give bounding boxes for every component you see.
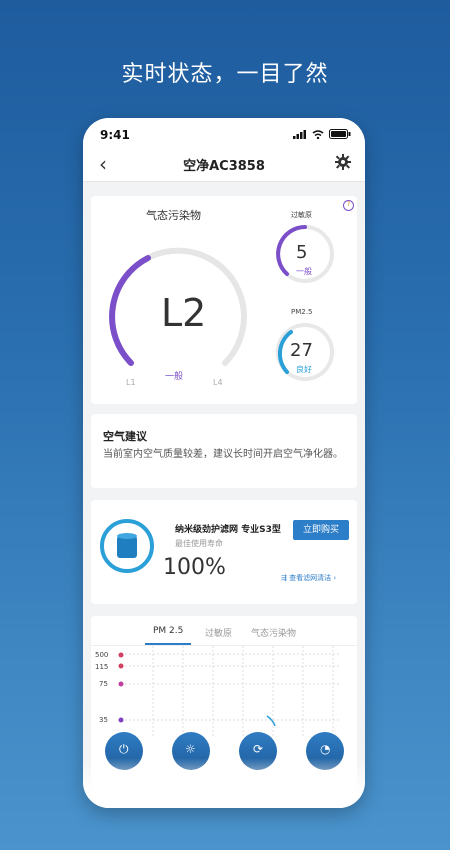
gauge-max-label: L4 [213,378,223,387]
status-icons [293,129,351,139]
pollution-status: 一般 [165,372,184,382]
pm25-trend-line [266,715,276,727]
info-badge-icon[interactable]: ? [343,200,354,211]
gauge-min-label: L1 [126,378,136,387]
advice-card: 空气建议 当前室内空气质量较差，建议长时间开启空气净化器。 [91,414,357,488]
advice-title: 空气建议 [103,430,147,443]
pollution-level: L2 [161,291,207,335]
timer-icon: ◔ [320,742,331,756]
clean-filter-label: 查看滤网清洁 [289,574,332,582]
level-marker-75 [118,681,124,687]
gear-icon[interactable] [335,154,351,174]
chevron-right-icon: › [331,574,337,582]
level-marker-35 [118,717,124,723]
pm25-label: PM2.5 [291,308,313,316]
pm25-status: 良好 [296,365,312,374]
level-marker-115 [118,663,124,669]
allergen-value: 5 [296,242,308,263]
filter-name: 纳米级劲护滤网 专业S3型 [175,525,281,535]
advice-text: 当前室内空气质量较差，建议长时间开启空气净化器。 [103,449,343,460]
bottom-fade-overlay [83,758,365,808]
tab-pm25[interactable]: PM 2.5 [153,626,183,636]
signal-icon [293,129,306,139]
nav-bar: ‹ 空净AC3858 [83,146,365,182]
pm25-value: 27 [290,340,313,361]
filter-card: 纳米级劲护滤网 专业S3型 最佳使用寿命 100% 立即购买 ⇶ 查看滤网清洁 … [91,500,357,604]
buy-now-button[interactable]: 立即购买 [293,520,349,540]
history-chart-grid [118,646,341,736]
mode-icon: ⟳ [253,742,264,756]
promo-headline: 实时状态，一目了然 [121,62,329,87]
status-time: 9:41 [100,128,130,142]
filter-icon [100,519,154,573]
active-tab-indicator [145,643,191,645]
filter-life: 100% [163,555,226,580]
clean-filter-link[interactable]: ⇶ 查看滤网清洁 › [281,573,336,583]
allergen-label: 过敏原 [291,211,312,219]
pollution-title: 气态污染物 [146,209,201,222]
filter-subtitle: 最佳使用寿命 [175,539,223,548]
tab-allergen[interactable]: 过敏原 [205,626,232,639]
allergen-status: 一般 [296,267,312,276]
filter-clean-icon: ⇶ [281,574,290,582]
history-tabs: PM 2.5 过敏原 气态污染物 [91,616,357,646]
wifi-icon [312,129,324,139]
air-quality-card: 气态污染物 L2 一般 L1 L4 过敏原 ? 5 一般 PM2.5 27 良好 [91,196,357,404]
page-title: 空净AC3858 [183,159,265,174]
phone-frame: 9:41 ‹ 空净AC3858 气态污染物 L2 一般 L1 L4 过敏原 ? … [83,118,365,808]
level-marker-500 [118,652,124,658]
brightness-icon: ☼ [185,742,196,756]
tab-gas-pollutants[interactable]: 气态污染物 [251,626,296,639]
power-icon: ⏻ [119,742,129,756]
battery-icon [329,129,351,139]
pollution-gauge-fill [109,255,151,366]
